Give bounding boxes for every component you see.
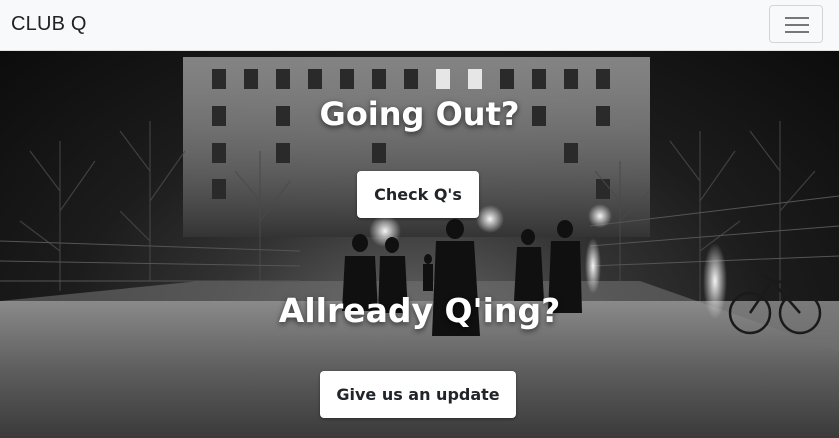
brand-logo[interactable]: CLUB Q (11, 13, 87, 36)
check-queues-button[interactable]: Check Q's (357, 171, 479, 218)
give-update-button[interactable]: Give us an update (320, 371, 516, 418)
hero-heading-going-out: Going Out? (319, 95, 520, 133)
navbar: CLUB Q (0, 0, 839, 51)
navbar-toggler-button[interactable] (769, 5, 823, 43)
hero-heading-already-queuing: Allready Q'ing? (278, 291, 561, 330)
hero-section: Going Out? Check Q's Allready Q'ing? Giv… (0, 51, 839, 438)
